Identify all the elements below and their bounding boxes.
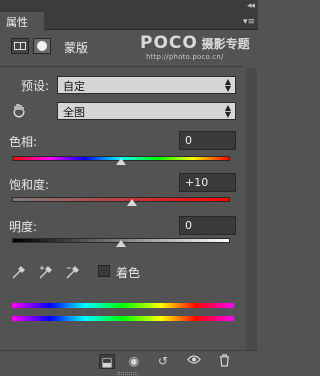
watermark: POCO 摄影专题 http://photo.poco.cn/ [140, 33, 250, 61]
saturation-slider-thumb[interactable] [126, 199, 137, 206]
saturation-label: 饱和度: [9, 178, 50, 192]
panel-scrollbar[interactable] [246, 68, 257, 350]
preset-select[interactable]: 自定 ▲ ▼ [57, 76, 236, 94]
colorize-label: 着色 [116, 266, 141, 280]
visibility-icon[interactable] [186, 354, 202, 369]
mask-icon [37, 41, 47, 51]
mask-button[interactable] [33, 38, 51, 54]
channel-select[interactable]: 全图 ▲ ▼ [57, 102, 236, 120]
lightness-label: 明度: [9, 220, 38, 234]
eyedropper-minus-icon[interactable] [65, 264, 81, 280]
trash-icon[interactable] [216, 354, 232, 369]
eyedropper-plus-icon[interactable] [38, 264, 54, 280]
lightness-slider-thumb[interactable] [116, 240, 126, 247]
saturation-input[interactable]: +10 [179, 173, 236, 192]
input-color-bar [12, 303, 234, 308]
hue-input[interactable]: 0 [179, 131, 236, 150]
chevron-updown-icon: ▲ ▼ [224, 103, 231, 119]
saturation-slider-track[interactable] [12, 197, 230, 202]
collapse-icon[interactable]: ◂◂ [247, 1, 255, 11]
view-previous-state-icon[interactable]: ◉ [126, 354, 142, 369]
hue-label: 色相: [9, 135, 38, 149]
panel-bottom-bar: ⬓ ◉ ↺ [0, 350, 258, 372]
panel-titlebar: 属性 ◂◂ ▾≡ [0, 0, 258, 30]
hue-saturation-icon [14, 42, 26, 50]
preset-value: 自定 [63, 80, 85, 93]
reset-icon[interactable]: ↺ [155, 354, 171, 369]
lightness-input[interactable]: 0 [179, 216, 236, 235]
output-color-bar [12, 316, 234, 321]
colorize-checkbox[interactable] [98, 265, 110, 277]
clip-to-layer-icon[interactable]: ⬓ [99, 354, 115, 369]
mask-label: 蒙版 [64, 41, 89, 55]
panel-menu-icon[interactable]: ▾≡ [243, 17, 255, 27]
preset-label: 预设: [21, 79, 50, 93]
header-divider [0, 66, 244, 67]
watermark-brand: POCO [140, 33, 198, 53]
watermark-url: http://photo.poco.cn/ [146, 53, 224, 61]
watermark-chinese: 摄影专题 [201, 37, 250, 51]
eyedropper-icon[interactable] [11, 264, 27, 280]
targeted-adjustment-hand-icon[interactable] [12, 102, 26, 118]
chevron-updown-icon: ▲ ▼ [224, 77, 231, 93]
adjustment-layer-button[interactable] [11, 38, 29, 54]
hue-slider-thumb[interactable] [116, 158, 126, 165]
resize-grip[interactable] [118, 372, 138, 375]
channel-value: 全图 [63, 106, 85, 119]
tab-properties[interactable]: 属性 [0, 12, 44, 30]
properties-header: 蒙版 POCO 摄影专题 http://photo.poco.cn/ [0, 30, 258, 66]
